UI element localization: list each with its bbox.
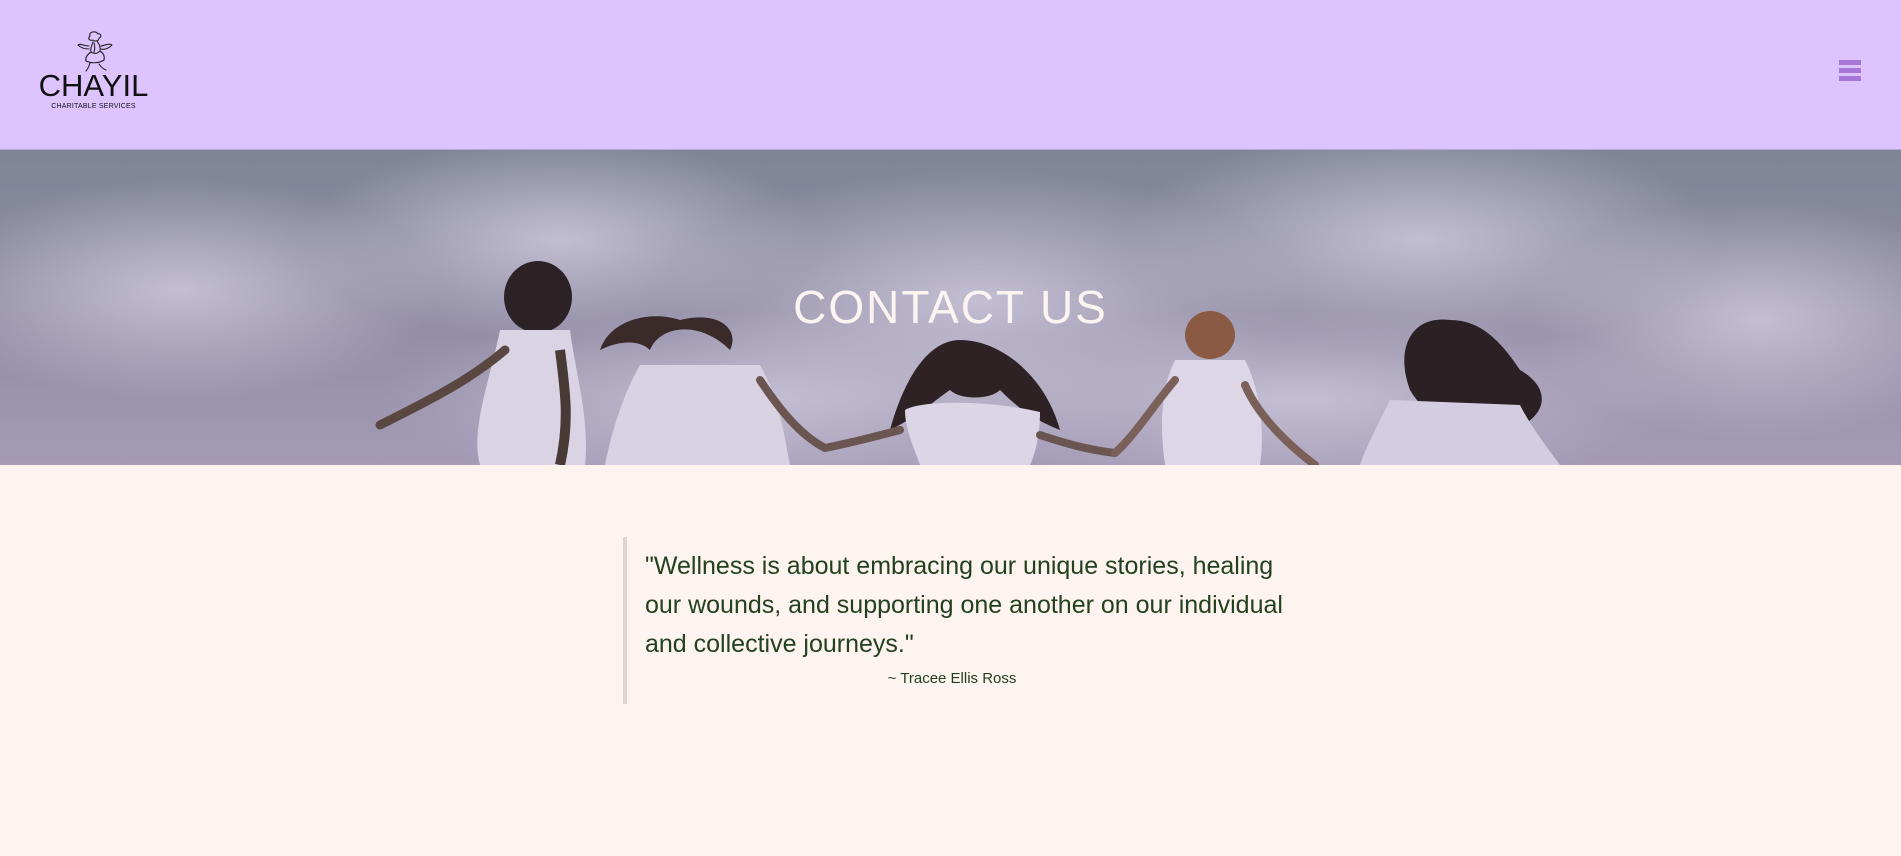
page-title: CONTACT US: [793, 281, 1108, 333]
hamburger-menu-icon[interactable]: [1839, 60, 1863, 88]
site-header: CHAYIL CHARITABLE SERVICES: [0, 0, 1901, 150]
woman-figure-logo-icon: [76, 31, 113, 72]
hero-banner: CONTACT US: [0, 150, 1901, 465]
quote-block: "Wellness is about embracing our unique …: [623, 537, 1283, 704]
logo-name: CHAYIL: [38, 68, 149, 103]
site-logo[interactable]: CHAYIL CHARITABLE SERVICES: [36, 30, 151, 116]
quote-text: "Wellness is about embracing our unique …: [645, 552, 1283, 658]
menu-bar: [1839, 60, 1861, 65]
menu-bar: [1839, 68, 1861, 73]
menu-bar: [1839, 76, 1861, 81]
logo-tagline: CHARITABLE SERVICES: [51, 103, 136, 110]
quote-author: ~ Tracee Ellis Ross: [887, 670, 1017, 687]
